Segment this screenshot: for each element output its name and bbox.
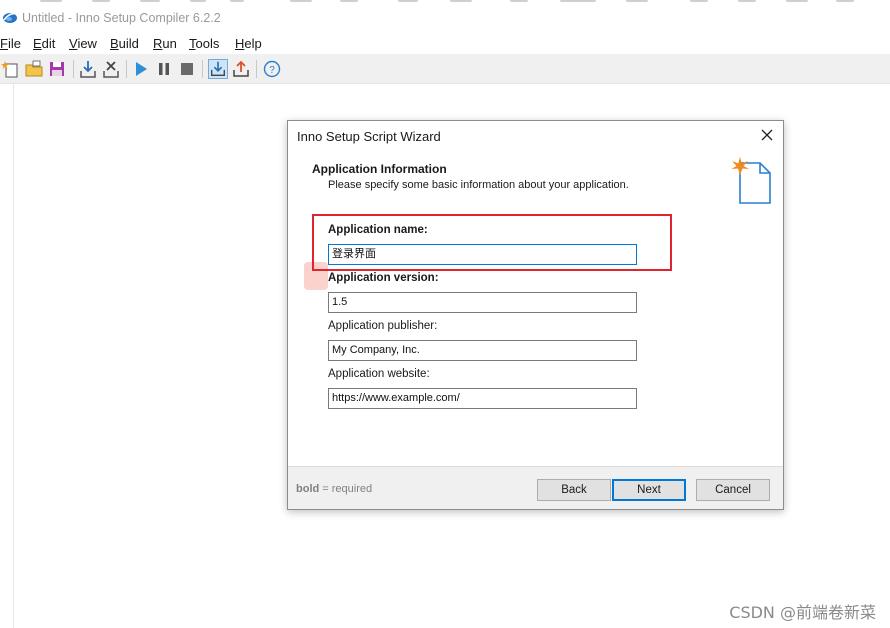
menu-tools[interactable]: Tools xyxy=(189,36,219,51)
menu-build[interactable]: Build xyxy=(110,36,139,51)
page-heading: Application Information xyxy=(312,162,447,176)
compile-icon[interactable] xyxy=(78,59,98,79)
next-button[interactable]: Next xyxy=(612,479,686,501)
menu-file[interactable]: File xyxy=(0,36,21,51)
annotation-highlight-box xyxy=(312,214,672,271)
toolbar-separator xyxy=(126,60,127,78)
page-subheading: Please specify some basic information ab… xyxy=(328,179,629,191)
menu-bar: File Edit View Build Run Tools Help xyxy=(0,34,890,54)
save-icon[interactable] xyxy=(47,59,67,79)
stop-icon[interactable] xyxy=(177,59,197,79)
app-publisher-label: Application publisher: xyxy=(328,320,438,332)
back-button[interactable]: Back xyxy=(537,479,611,501)
required-note: bold = required xyxy=(296,483,373,495)
stop-compile-icon[interactable] xyxy=(101,59,121,79)
window-title: Untitled - Inno Setup Compiler 6.2.2 xyxy=(22,11,221,25)
pause-icon[interactable] xyxy=(154,59,174,79)
title-bleed-strip xyxy=(0,0,890,3)
menu-edit[interactable]: Edit xyxy=(33,36,55,51)
svg-text:?: ? xyxy=(269,65,275,76)
title-bar: Untitled - Inno Setup Compiler 6.2.2 xyxy=(0,0,890,34)
app-logo-icon xyxy=(3,12,18,23)
watermark: CSDN @前端卷新菜 xyxy=(729,603,876,622)
open-folder-icon[interactable] xyxy=(24,59,44,79)
toolbar-separator xyxy=(256,60,257,78)
app-publisher-input[interactable]: My Company, Inc. xyxy=(328,340,637,361)
toolbar-separator xyxy=(202,60,203,78)
help-icon[interactable]: ? xyxy=(262,59,282,79)
editor-gutter xyxy=(0,84,14,628)
app-website-label: Application website: xyxy=(328,368,430,380)
app-version-label: Application version: xyxy=(328,272,439,284)
dialog-footer: bold = required Back Next Cancel xyxy=(288,467,783,509)
menu-help[interactable]: Help xyxy=(235,36,262,51)
wizard-new-document-icon xyxy=(731,157,771,204)
menu-view[interactable]: View xyxy=(69,36,97,51)
menu-run[interactable]: Run xyxy=(153,36,177,51)
script-wizard-dialog: Inno Setup Script Wizard Application Inf… xyxy=(287,120,784,510)
new-file-icon[interactable] xyxy=(1,59,21,79)
download-icon[interactable] xyxy=(208,59,228,79)
app-website-input[interactable]: https://www.example.com/ xyxy=(328,388,637,409)
toolbar: ? xyxy=(0,54,890,84)
close-icon[interactable] xyxy=(759,127,775,143)
toolbar-separator xyxy=(73,60,74,78)
cancel-button[interactable]: Cancel xyxy=(696,479,770,501)
app-version-input[interactable]: 1.5 xyxy=(328,292,637,313)
dialog-title: Inno Setup Script Wizard xyxy=(297,129,441,144)
run-icon[interactable] xyxy=(131,59,151,79)
upload-icon[interactable] xyxy=(231,59,251,79)
